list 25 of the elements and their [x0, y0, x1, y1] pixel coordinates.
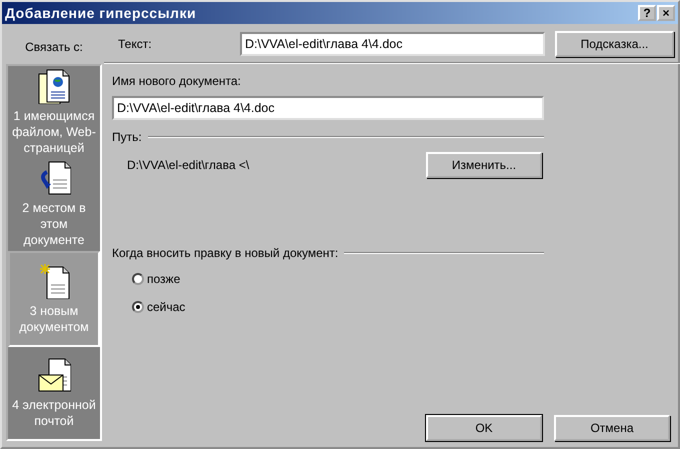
- help-button[interactable]: ?: [638, 5, 656, 21]
- radio-label: позже: [147, 271, 180, 288]
- field-label: Имя нового документа:: [112, 73, 242, 90]
- sidebar-item[interactable]: 1 имеющимся файлом, Web-страницей: [8, 66, 100, 158]
- window-title: Добавление гиперссылки: [5, 4, 196, 23]
- path-text: D:\VVA\el-edit\глава <\: [127, 157, 250, 174]
- change-button[interactable]: Изменить...: [426, 152, 542, 178]
- field-label: Текст:: [118, 36, 153, 53]
- link-to-label: Связать с:: [24, 39, 84, 56]
- radio-label: сейчас: [147, 299, 186, 316]
- path-label: Путь:: [112, 129, 142, 146]
- sidebar-item[interactable]: 4 электронной почтой: [8, 346, 100, 439]
- envelope-page-icon: [37, 356, 71, 393]
- close-button[interactable]: ×: [657, 5, 675, 21]
- ok-button[interactable]: OK: [426, 415, 542, 441]
- new-page-icon: [37, 262, 71, 299]
- hint-button[interactable]: Подсказка...: [555, 31, 674, 57]
- text-field[interactable]: D:\VVA\el-edit\глава 4\4.doc: [240, 32, 545, 56]
- radio-button[interactable]: [132, 273, 144, 285]
- page-globe-icon: [37, 68, 71, 104]
- section-label: Когда вносить правку в новый документ:: [112, 245, 338, 262]
- sidebar-item[interactable]: 2 местом в этом документе: [8, 158, 100, 250]
- radio-button[interactable]: [132, 301, 144, 313]
- document-name-field[interactable]: D:\VVA\el-edit\глава 4\4.doc: [112, 96, 544, 120]
- cancel-button[interactable]: Отмена: [554, 415, 670, 441]
